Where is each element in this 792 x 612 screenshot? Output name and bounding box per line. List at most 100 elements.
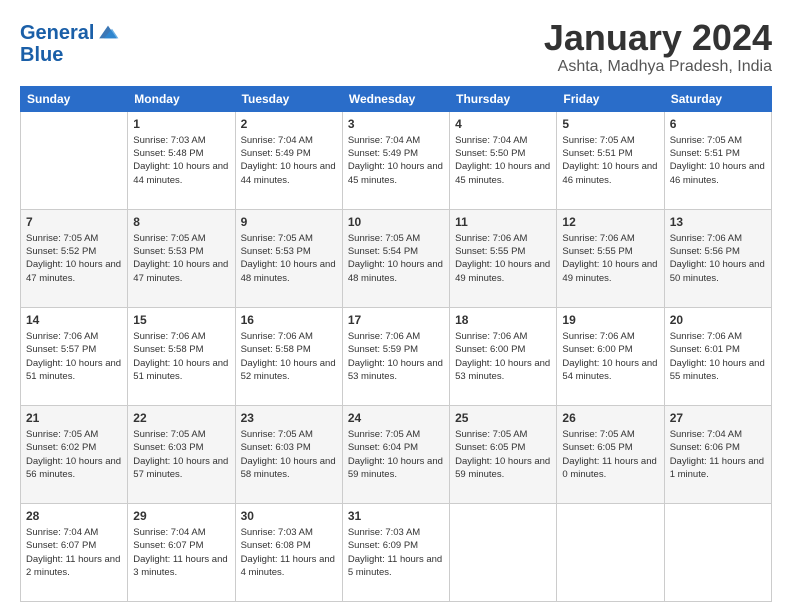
cell-4-4 [450, 503, 557, 601]
day-info: Sunrise: 7:06 AMSunset: 5:55 PMDaylight:… [455, 232, 551, 285]
col-friday: Friday [557, 86, 664, 111]
day-number: 13 [670, 214, 766, 230]
cell-3-3: 24 Sunrise: 7:05 AMSunset: 6:04 PMDaylig… [342, 405, 449, 503]
week-row-3: 21 Sunrise: 7:05 AMSunset: 6:02 PMDaylig… [21, 405, 772, 503]
cell-2-6: 20 Sunrise: 7:06 AMSunset: 6:01 PMDaylig… [664, 307, 771, 405]
cell-4-3: 31 Sunrise: 7:03 AMSunset: 6:09 PMDaylig… [342, 503, 449, 601]
day-info: Sunrise: 7:04 AMSunset: 6:07 PMDaylight:… [26, 526, 122, 579]
cell-1-0: 7 Sunrise: 7:05 AMSunset: 5:52 PMDayligh… [21, 209, 128, 307]
day-number: 27 [670, 410, 766, 426]
day-info: Sunrise: 7:05 AMSunset: 5:51 PMDaylight:… [562, 134, 658, 187]
day-number: 20 [670, 312, 766, 328]
day-info: Sunrise: 7:04 AMSunset: 5:49 PMDaylight:… [241, 134, 337, 187]
week-row-4: 28 Sunrise: 7:04 AMSunset: 6:07 PMDaylig… [21, 503, 772, 601]
day-number: 21 [26, 410, 122, 426]
day-number: 29 [133, 508, 229, 524]
day-info: Sunrise: 7:03 AMSunset: 5:48 PMDaylight:… [133, 134, 229, 187]
cell-0-5: 5 Sunrise: 7:05 AMSunset: 5:51 PMDayligh… [557, 111, 664, 209]
week-row-0: 1 Sunrise: 7:03 AMSunset: 5:48 PMDayligh… [21, 111, 772, 209]
col-sunday: Sunday [21, 86, 128, 111]
day-number: 19 [562, 312, 658, 328]
day-number: 15 [133, 312, 229, 328]
day-info: Sunrise: 7:05 AMSunset: 6:05 PMDaylight:… [455, 428, 551, 481]
day-info: Sunrise: 7:05 AMSunset: 6:02 PMDaylight:… [26, 428, 122, 481]
day-number: 24 [348, 410, 444, 426]
day-info: Sunrise: 7:05 AMSunset: 5:54 PMDaylight:… [348, 232, 444, 285]
col-tuesday: Tuesday [235, 86, 342, 111]
day-info: Sunrise: 7:06 AMSunset: 5:58 PMDaylight:… [133, 330, 229, 383]
day-number: 23 [241, 410, 337, 426]
title-block: January 2024 Ashta, Madhya Pradesh, Indi… [544, 18, 772, 76]
day-info: Sunrise: 7:05 AMSunset: 5:53 PMDaylight:… [133, 232, 229, 285]
day-number: 9 [241, 214, 337, 230]
day-number: 26 [562, 410, 658, 426]
day-number: 10 [348, 214, 444, 230]
cell-1-3: 10 Sunrise: 7:05 AMSunset: 5:54 PMDaylig… [342, 209, 449, 307]
day-number: 2 [241, 116, 337, 132]
cell-1-2: 9 Sunrise: 7:05 AMSunset: 5:53 PMDayligh… [235, 209, 342, 307]
day-info: Sunrise: 7:05 AMSunset: 6:04 PMDaylight:… [348, 428, 444, 481]
day-number: 4 [455, 116, 551, 132]
day-info: Sunrise: 7:05 AMSunset: 5:52 PMDaylight:… [26, 232, 122, 285]
cell-0-2: 2 Sunrise: 7:04 AMSunset: 5:49 PMDayligh… [235, 111, 342, 209]
cell-4-1: 29 Sunrise: 7:04 AMSunset: 6:07 PMDaylig… [128, 503, 235, 601]
cell-2-2: 16 Sunrise: 7:06 AMSunset: 5:58 PMDaylig… [235, 307, 342, 405]
cell-0-3: 3 Sunrise: 7:04 AMSunset: 5:49 PMDayligh… [342, 111, 449, 209]
cell-4-6 [664, 503, 771, 601]
day-info: Sunrise: 7:04 AMSunset: 6:07 PMDaylight:… [133, 526, 229, 579]
day-number: 11 [455, 214, 551, 230]
day-number: 16 [241, 312, 337, 328]
day-info: Sunrise: 7:03 AMSunset: 6:08 PMDaylight:… [241, 526, 337, 579]
cell-2-4: 18 Sunrise: 7:06 AMSunset: 6:00 PMDaylig… [450, 307, 557, 405]
col-monday: Monday [128, 86, 235, 111]
day-info: Sunrise: 7:05 AMSunset: 5:53 PMDaylight:… [241, 232, 337, 285]
day-info: Sunrise: 7:06 AMSunset: 6:01 PMDaylight:… [670, 330, 766, 383]
logo-text: General [20, 22, 94, 44]
cell-2-0: 14 Sunrise: 7:06 AMSunset: 5:57 PMDaylig… [21, 307, 128, 405]
cell-3-1: 22 Sunrise: 7:05 AMSunset: 6:03 PMDaylig… [128, 405, 235, 503]
day-info: Sunrise: 7:06 AMSunset: 5:59 PMDaylight:… [348, 330, 444, 383]
cell-3-2: 23 Sunrise: 7:05 AMSunset: 6:03 PMDaylig… [235, 405, 342, 503]
cell-4-5 [557, 503, 664, 601]
logo: General Blue [20, 22, 120, 66]
day-info: Sunrise: 7:04 AMSunset: 6:06 PMDaylight:… [670, 428, 766, 481]
logo-icon [96, 20, 120, 44]
day-info: Sunrise: 7:05 AMSunset: 5:51 PMDaylight:… [670, 134, 766, 187]
day-info: Sunrise: 7:06 AMSunset: 5:55 PMDaylight:… [562, 232, 658, 285]
day-info: Sunrise: 7:04 AMSunset: 5:50 PMDaylight:… [455, 134, 551, 187]
cell-2-5: 19 Sunrise: 7:06 AMSunset: 6:00 PMDaylig… [557, 307, 664, 405]
day-info: Sunrise: 7:06 AMSunset: 6:00 PMDaylight:… [562, 330, 658, 383]
header-row: Sunday Monday Tuesday Wednesday Thursday… [21, 86, 772, 111]
col-thursday: Thursday [450, 86, 557, 111]
day-info: Sunrise: 7:06 AMSunset: 5:58 PMDaylight:… [241, 330, 337, 383]
day-number: 8 [133, 214, 229, 230]
col-wednesday: Wednesday [342, 86, 449, 111]
day-number: 14 [26, 312, 122, 328]
logo-text2: Blue [20, 44, 120, 66]
page: General Blue January 2024 Ashta, Madhya … [0, 0, 792, 612]
day-info: Sunrise: 7:05 AMSunset: 6:05 PMDaylight:… [562, 428, 658, 481]
cell-2-3: 17 Sunrise: 7:06 AMSunset: 5:59 PMDaylig… [342, 307, 449, 405]
day-number: 12 [562, 214, 658, 230]
cell-1-1: 8 Sunrise: 7:05 AMSunset: 5:53 PMDayligh… [128, 209, 235, 307]
cell-0-1: 1 Sunrise: 7:03 AMSunset: 5:48 PMDayligh… [128, 111, 235, 209]
cell-3-0: 21 Sunrise: 7:05 AMSunset: 6:02 PMDaylig… [21, 405, 128, 503]
subtitle: Ashta, Madhya Pradesh, India [544, 58, 772, 76]
cell-4-2: 30 Sunrise: 7:03 AMSunset: 6:08 PMDaylig… [235, 503, 342, 601]
cell-0-4: 4 Sunrise: 7:04 AMSunset: 5:50 PMDayligh… [450, 111, 557, 209]
cell-1-5: 12 Sunrise: 7:06 AMSunset: 5:55 PMDaylig… [557, 209, 664, 307]
cell-0-6: 6 Sunrise: 7:05 AMSunset: 5:51 PMDayligh… [664, 111, 771, 209]
week-row-1: 7 Sunrise: 7:05 AMSunset: 5:52 PMDayligh… [21, 209, 772, 307]
day-info: Sunrise: 7:06 AMSunset: 5:56 PMDaylight:… [670, 232, 766, 285]
main-title: January 2024 [544, 18, 772, 58]
cell-3-6: 27 Sunrise: 7:04 AMSunset: 6:06 PMDaylig… [664, 405, 771, 503]
day-info: Sunrise: 7:04 AMSunset: 5:49 PMDaylight:… [348, 134, 444, 187]
week-row-2: 14 Sunrise: 7:06 AMSunset: 5:57 PMDaylig… [21, 307, 772, 405]
day-number: 17 [348, 312, 444, 328]
cell-3-4: 25 Sunrise: 7:05 AMSunset: 6:05 PMDaylig… [450, 405, 557, 503]
day-number: 3 [348, 116, 444, 132]
day-number: 25 [455, 410, 551, 426]
day-info: Sunrise: 7:06 AMSunset: 6:00 PMDaylight:… [455, 330, 551, 383]
day-number: 5 [562, 116, 658, 132]
day-info: Sunrise: 7:03 AMSunset: 6:09 PMDaylight:… [348, 526, 444, 579]
